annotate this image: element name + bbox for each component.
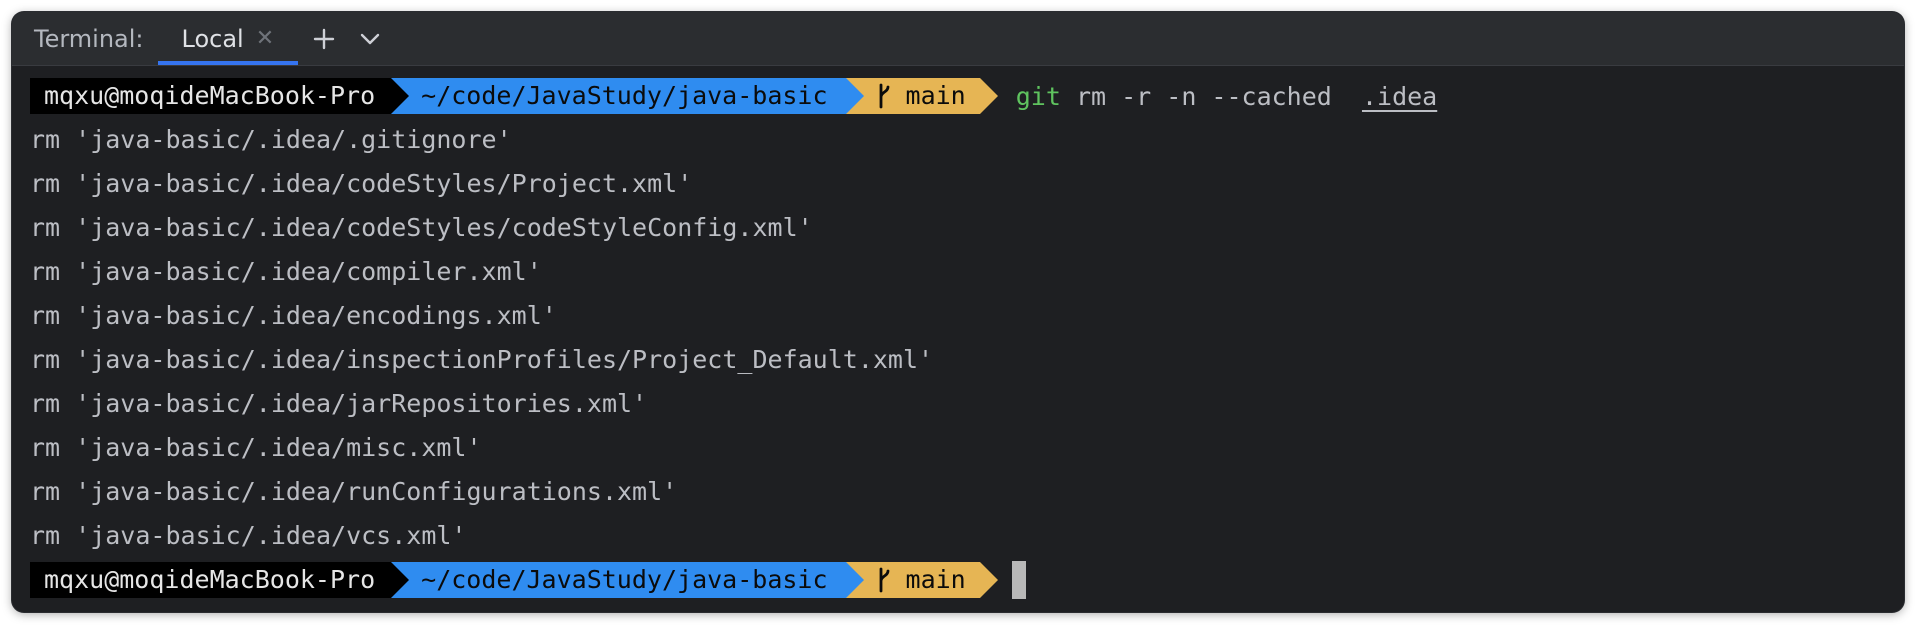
- prompt-user-host: mqxu@moqideMacBook-Pro: [44, 81, 376, 110]
- segment-separator: [391, 78, 410, 114]
- prompt-path: ~/code/JavaStudy/java-basic: [421, 81, 828, 110]
- output-line: rm 'java-basic/.idea/codeStyles/Project.…: [30, 169, 693, 198]
- new-tab-button[interactable]: [304, 19, 344, 59]
- terminal-tabbar: Terminal: Local ✕: [12, 12, 1904, 66]
- prompt-line: mqxu@moqideMacBook-Pro ~/code/JavaStudy/…: [30, 74, 1886, 118]
- segment-separator: [979, 562, 998, 598]
- terminal-window: Terminal: Local ✕ mqxu@moqideMacBook-Pro…: [12, 12, 1904, 612]
- toolwindow-title: Terminal:: [34, 24, 144, 53]
- prompt-user-host-segment: mqxu@moqideMacBook-Pro: [30, 562, 410, 598]
- prompt-branch-segment: main: [845, 562, 998, 598]
- command-text: git rm -r -n --cached .idea: [1016, 82, 1437, 111]
- prompt-line: mqxu@moqideMacBook-Pro ~/code/JavaStudy/…: [30, 558, 1886, 602]
- output-line: rm 'java-basic/.idea/encodings.xml': [30, 301, 557, 330]
- prompt-branch: main: [905, 565, 966, 594]
- git-branch-icon: [879, 83, 889, 109]
- tab-options-button[interactable]: [350, 19, 390, 59]
- prompt-path: ~/code/JavaStudy/java-basic: [421, 565, 828, 594]
- output-line: rm 'java-basic/.idea/inspectionProfiles/…: [30, 345, 934, 374]
- plus-icon: [313, 28, 335, 49]
- prompt-path-segment: ~/code/JavaStudy/java-basic: [391, 562, 864, 598]
- close-icon[interactable]: ✕: [256, 26, 274, 51]
- prompt-branch-segment: main: [845, 78, 998, 114]
- tab-label: Local: [181, 24, 244, 53]
- tab-local[interactable]: Local ✕: [157, 12, 299, 65]
- command-args: rm -r -n --cached: [1075, 81, 1347, 111]
- segment-separator: [391, 562, 410, 598]
- prompt-user-host-segment: mqxu@moqideMacBook-Pro: [30, 78, 410, 114]
- terminal-output[interactable]: mqxu@moqideMacBook-Pro ~/code/JavaStudy/…: [30, 68, 1886, 612]
- terminal-cursor[interactable]: [1011, 561, 1026, 599]
- output-line: rm 'java-basic/.idea/jarRepositories.xml…: [30, 389, 648, 418]
- prompt-user-host: mqxu@moqideMacBook-Pro: [44, 565, 376, 594]
- prompt-branch: main: [905, 81, 966, 110]
- chevron-down-icon: [360, 33, 380, 44]
- output-line: rm 'java-basic/.idea/vcs.xml': [30, 521, 467, 550]
- segment-separator: [845, 78, 864, 114]
- output-line: rm 'java-basic/.idea/codeStyles/codeStyl…: [30, 213, 813, 242]
- command-program: git: [1015, 81, 1061, 111]
- git-branch-icon: [879, 567, 889, 593]
- output-line: rm 'java-basic/.idea/compiler.xml': [30, 257, 542, 286]
- prompt-path-segment: ~/code/JavaStudy/java-basic: [391, 78, 864, 114]
- output-line: rm 'java-basic/.idea/.gitignore': [30, 125, 512, 154]
- segment-separator: [845, 562, 864, 598]
- active-tab-indicator: [157, 61, 299, 65]
- output-line: rm 'java-basic/.idea/misc.xml': [30, 433, 482, 462]
- output-line: rm 'java-basic/.idea/runConfigurations.x…: [30, 477, 678, 506]
- command-target: .idea: [1361, 81, 1438, 111]
- segment-separator: [979, 78, 998, 114]
